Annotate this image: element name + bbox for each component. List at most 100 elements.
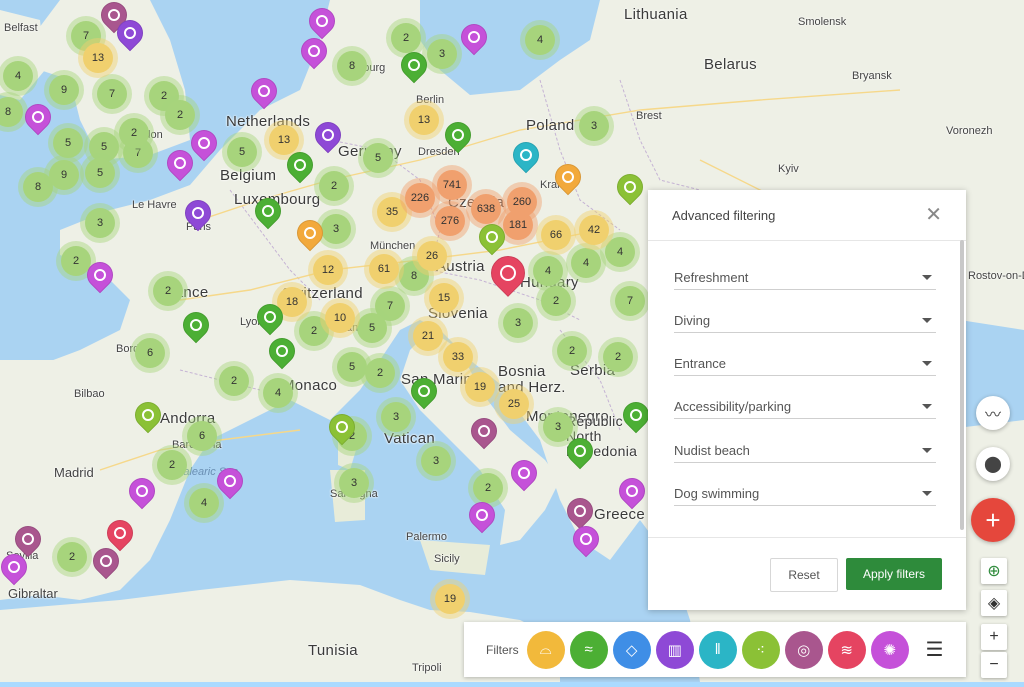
cluster-marker[interactable]: 7 bbox=[97, 79, 127, 109]
cluster-marker[interactable]: 26 bbox=[417, 241, 447, 271]
cluster-marker[interactable]: 3 bbox=[543, 412, 573, 442]
cluster-marker[interactable]: 42 bbox=[579, 215, 609, 245]
cluster-marker[interactable]: 61 bbox=[369, 254, 399, 284]
refreshment-select[interactable]: Refreshment bbox=[674, 265, 936, 290]
cluster-marker[interactable]: 3 bbox=[421, 446, 451, 476]
cluster-marker[interactable]: 5 bbox=[89, 132, 119, 162]
cluster-marker[interactable]: 6 bbox=[187, 421, 217, 451]
cluster-marker[interactable]: 2 bbox=[219, 366, 249, 396]
cluster-marker[interactable]: 13 bbox=[83, 43, 113, 73]
plus-icon[interactable]: + bbox=[971, 498, 1015, 542]
dialog-footer: Reset Apply filters bbox=[648, 537, 966, 610]
cluster-marker[interactable]: 2 bbox=[319, 171, 349, 201]
ladder-filter-icon[interactable]: ‖ bbox=[698, 630, 737, 669]
nudist-beach-select[interactable]: Nudist beach bbox=[674, 438, 936, 463]
map-pin-icon[interactable]: ⬤ bbox=[976, 447, 1010, 481]
cluster-marker[interactable]: 2 bbox=[153, 276, 183, 306]
cluster-marker[interactable]: 3 bbox=[427, 39, 457, 69]
cluster-marker[interactable]: 4 bbox=[533, 256, 563, 286]
cluster-marker[interactable]: 4 bbox=[263, 378, 293, 408]
cluster-marker[interactable]: 13 bbox=[269, 125, 299, 155]
cluster-marker[interactable]: 19 bbox=[435, 584, 465, 614]
cluster-marker[interactable]: 4 bbox=[605, 237, 635, 267]
cluster-marker[interactable]: 2 bbox=[541, 286, 571, 316]
cluster-marker[interactable]: 276 bbox=[435, 206, 465, 236]
advanced-filtering-dialog: Advanced filtering ✕ Refreshment Diving … bbox=[648, 190, 966, 610]
sliders-icon[interactable]: ☰ bbox=[926, 637, 944, 662]
country-label: Belarus bbox=[704, 56, 757, 73]
cluster-marker[interactable]: 2 bbox=[157, 450, 187, 480]
cluster-marker[interactable]: 15 bbox=[429, 283, 459, 313]
accessibility-parking-select[interactable]: Accessibility/parking bbox=[674, 394, 936, 419]
select-label: Dog swimming bbox=[674, 485, 760, 501]
cluster-marker[interactable]: 3 bbox=[381, 402, 411, 432]
diving-select[interactable]: Diving bbox=[674, 308, 936, 333]
cluster-marker[interactable]: 4 bbox=[525, 25, 555, 55]
cluster-marker[interactable]: 5 bbox=[227, 137, 257, 167]
cluster-marker[interactable]: 181 bbox=[503, 210, 533, 240]
hot-spring-filter-icon[interactable]: ≋ bbox=[827, 630, 866, 669]
pool-filter-icon[interactable]: ▥ bbox=[655, 630, 694, 669]
city-label: Belfast bbox=[4, 22, 38, 34]
cluster-marker[interactable]: 25 bbox=[499, 389, 529, 419]
cluster-marker[interactable]: 19 bbox=[465, 372, 495, 402]
select-label: Entrance bbox=[674, 355, 727, 371]
cluster-marker[interactable]: 66 bbox=[541, 220, 571, 250]
apply-filters-button[interactable]: Apply filters bbox=[846, 558, 942, 590]
cluster-marker[interactable]: 2 bbox=[119, 118, 149, 148]
cluster-marker[interactable]: 7 bbox=[615, 286, 645, 316]
shell-filter-icon[interactable]: ✺ bbox=[870, 630, 909, 669]
diving-filter-icon[interactable]: ≈ bbox=[569, 630, 608, 669]
cluster-marker[interactable]: 5 bbox=[363, 143, 393, 173]
cluster-marker[interactable]: 8 bbox=[337, 51, 367, 81]
caret-down-icon bbox=[922, 274, 932, 280]
cluster-marker[interactable]: 5 bbox=[53, 128, 83, 158]
route-icon[interactable]: 〰 bbox=[976, 396, 1010, 430]
zoom-in-button[interactable]: + bbox=[981, 624, 1007, 650]
filters-bar: Filters ⌓ ≈ ◇ ▥ ‖ ⁖ ◎ ≋ ✺ ☰ bbox=[464, 622, 966, 677]
cluster-marker[interactable]: 3 bbox=[321, 214, 351, 244]
cluster-marker[interactable]: 3 bbox=[579, 111, 609, 141]
cluster-marker[interactable]: 2 bbox=[57, 542, 87, 572]
cluster-marker[interactable]: 12 bbox=[313, 255, 343, 285]
zoom-out-button[interactable]: − bbox=[981, 652, 1007, 678]
cluster-marker[interactable]: 4 bbox=[189, 488, 219, 518]
cluster-marker[interactable]: 226 bbox=[405, 183, 435, 213]
cluster-marker[interactable]: 741 bbox=[437, 170, 467, 200]
lifebuoy-filter-icon[interactable]: ◎ bbox=[784, 630, 823, 669]
cluster-marker[interactable]: 6 bbox=[135, 338, 165, 368]
cluster-marker[interactable]: 4 bbox=[3, 61, 33, 91]
reset-button[interactable]: Reset bbox=[770, 558, 838, 592]
cluster-marker[interactable]: 2 bbox=[473, 473, 503, 503]
entrance-select[interactable]: Entrance bbox=[674, 351, 936, 376]
cluster-marker[interactable]: 3 bbox=[503, 308, 533, 338]
cluster-marker[interactable]: 35 bbox=[377, 197, 407, 227]
cluster-marker[interactable]: 4 bbox=[571, 248, 601, 278]
crosshair-icon[interactable]: ⊕ bbox=[981, 558, 1007, 584]
refreshment-filter-icon[interactable]: ⌓ bbox=[526, 630, 565, 669]
cluster-marker[interactable]: 3 bbox=[339, 468, 369, 498]
entrance-filter-icon[interactable]: ◇ bbox=[612, 630, 651, 669]
cluster-marker[interactable]: 2 bbox=[391, 23, 421, 53]
cluster-marker[interactable]: 5 bbox=[357, 313, 387, 343]
cluster-marker[interactable]: 21 bbox=[413, 321, 443, 351]
layers-icon[interactable]: ◈ bbox=[981, 590, 1007, 616]
cluster-marker[interactable]: 2 bbox=[165, 100, 195, 130]
footprints-filter-icon[interactable]: ⁖ bbox=[741, 630, 780, 669]
cluster-marker[interactable]: 9 bbox=[49, 160, 79, 190]
dog-swimming-select[interactable]: Dog swimming bbox=[674, 481, 936, 506]
cluster-marker[interactable]: 9 bbox=[49, 75, 79, 105]
select-label: Accessibility/parking bbox=[674, 398, 792, 414]
cluster-marker[interactable]: 638 bbox=[471, 194, 501, 224]
cluster-marker[interactable]: 5 bbox=[337, 352, 367, 382]
cluster-marker[interactable]: 2 bbox=[603, 342, 633, 372]
cluster-marker[interactable]: 3 bbox=[85, 208, 115, 238]
close-icon[interactable]: ✕ bbox=[925, 205, 942, 225]
cluster-marker[interactable]: 2 bbox=[557, 336, 587, 366]
cluster-marker[interactable]: 10 bbox=[325, 303, 355, 333]
cluster-marker[interactable]: 5 bbox=[85, 158, 115, 188]
city-label: Le Havre bbox=[132, 199, 177, 211]
cluster-marker[interactable]: 33 bbox=[443, 342, 473, 372]
cluster-marker[interactable]: 2 bbox=[365, 358, 395, 388]
cluster-marker[interactable]: 13 bbox=[409, 105, 439, 135]
